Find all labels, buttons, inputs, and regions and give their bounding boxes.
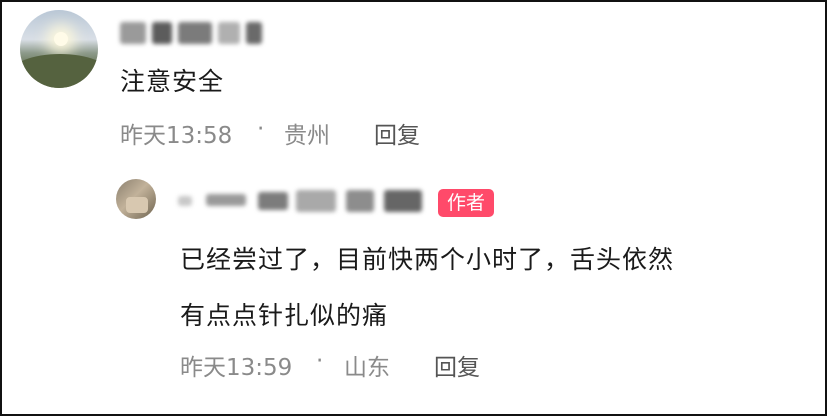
author-badge: 作者 [438,189,495,217]
author-username-blurred[interactable] [178,188,428,216]
reply-text-line1: 已经尝过了，目前快两个小时了，舌头依然 [180,245,675,274]
author-avatar-detail [126,197,148,213]
comment-thread: 注意安全 昨天13:58 · 贵州 回复 作者 已经尝过了，目前快两个小时了，舌… [0,0,827,416]
reply-reply-button[interactable]: 回复 [434,348,480,382]
avatar-hill [20,54,98,88]
reply-location: 山东 [344,355,390,381]
author-avatar[interactable] [116,179,156,219]
comment-location: 贵州 [284,123,330,149]
avatar-sun [54,32,68,46]
comment-meta-separator: · [257,116,265,142]
reply-text-line2: 有点点针扎似的痛 [180,301,389,330]
comment-text: 注意安全 [120,67,225,96]
commenter-username-blurred[interactable] [120,10,280,44]
reply-meta-separator: · [316,348,324,374]
reply-time: 昨天13:59 [180,355,293,381]
comment-time: 昨天13:58 [120,123,233,149]
commenter-avatar[interactable] [20,10,98,88]
comment-reply-button[interactable]: 回复 [374,116,420,150]
